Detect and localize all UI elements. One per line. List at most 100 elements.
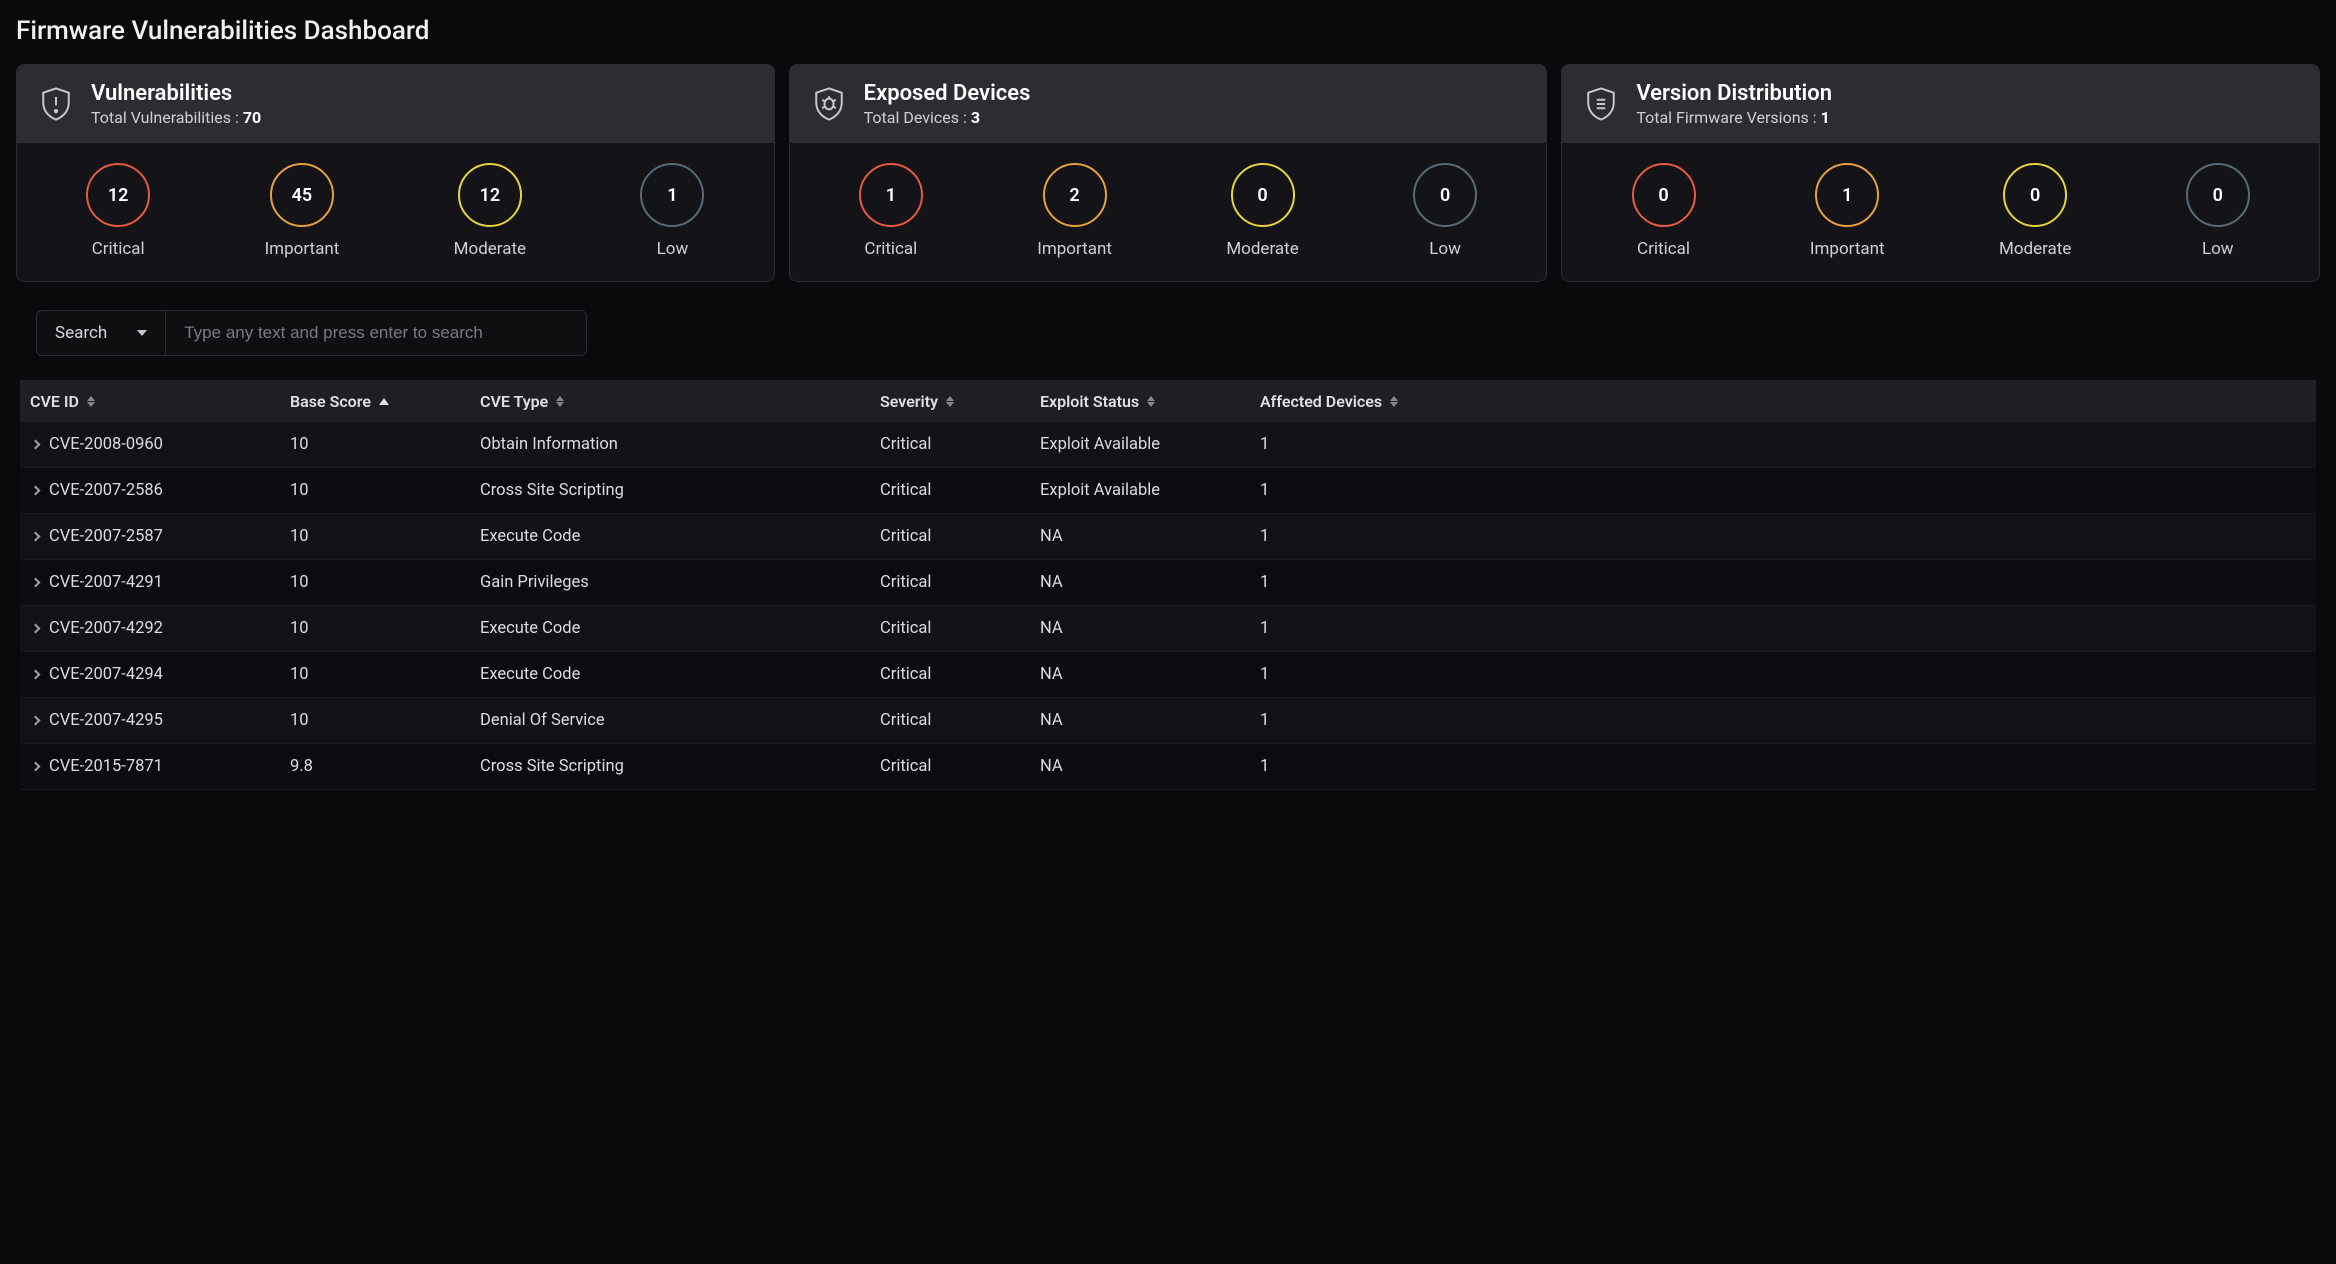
page-title: Firmware Vulnerabilities Dashboard <box>16 16 2320 46</box>
table-row[interactable]: CVE-2007-429210Execute CodeCriticalNA1 <box>20 606 2316 652</box>
cell-severity: Critical <box>880 573 1040 592</box>
card-version-distribution: Version Distribution Total Firmware Vers… <box>1561 64 2320 282</box>
ring-count: 0 <box>2186 163 2250 227</box>
card-body: 1Critical 2Important 0 Moderate 0Low <box>790 143 1547 281</box>
card-title: Exposed Devices <box>864 81 1031 106</box>
severity-ring-important[interactable]: 2Important <box>1037 163 1112 259</box>
cell-cve-id: CVE-2007-4295 <box>49 711 163 730</box>
table-header: CVE ID Base Score CVE Type Severity Expl… <box>20 380 2316 422</box>
table-row[interactable]: CVE-2007-429410Execute CodeCriticalNA1 <box>20 652 2316 698</box>
severity-ring-critical[interactable]: 12Critical <box>86 163 150 259</box>
column-affected-devices[interactable]: Affected Devices <box>1260 392 2306 411</box>
cell-severity: Critical <box>880 527 1040 546</box>
cell-base-score: 9.8 <box>290 757 480 776</box>
cell-affected-devices: 1 <box>1260 711 2306 730</box>
ring-count: 1 <box>640 163 704 227</box>
severity-ring-moderate[interactable]: 0 Moderate <box>1226 163 1298 259</box>
card-header: Exposed Devices Total Devices : 3 <box>790 65 1547 143</box>
card-title: Vulnerabilities <box>91 81 261 106</box>
table-row[interactable]: CVE-2007-258610Cross Site ScriptingCriti… <box>20 468 2316 514</box>
cell-exploit-status: NA <box>1040 573 1260 592</box>
ring-label: Important <box>1037 239 1112 259</box>
severity-ring-low[interactable]: 0 Low <box>2186 163 2250 259</box>
expand-row-icon[interactable] <box>31 670 41 680</box>
cell-cve-id: CVE-2007-4292 <box>49 619 163 638</box>
cell-severity: Critical <box>880 665 1040 684</box>
ring-label: Important <box>1810 239 1885 259</box>
sort-icon <box>87 396 95 407</box>
ring-label: Important <box>265 239 340 259</box>
cell-affected-devices: 1 <box>1260 481 2306 500</box>
cell-base-score: 10 <box>290 573 480 592</box>
severity-ring-critical[interactable]: 0Critical <box>1632 163 1696 259</box>
ring-count: 1 <box>1815 163 1879 227</box>
cell-cve-type: Cross Site Scripting <box>480 757 880 776</box>
cell-exploit-status: NA <box>1040 527 1260 546</box>
cell-affected-devices: 1 <box>1260 619 2306 638</box>
cell-cve-type: Denial Of Service <box>480 711 880 730</box>
cell-base-score: 10 <box>290 481 480 500</box>
expand-row-icon[interactable] <box>31 486 41 496</box>
cell-affected-devices: 1 <box>1260 665 2306 684</box>
column-cve-id[interactable]: CVE ID <box>30 392 290 411</box>
cell-exploit-status: NA <box>1040 711 1260 730</box>
ring-count: 12 <box>458 163 522 227</box>
severity-ring-moderate[interactable]: 0 Moderate <box>1999 163 2071 259</box>
severity-ring-low[interactable]: 0Low <box>1413 163 1477 259</box>
cve-table: CVE ID Base Score CVE Type Severity Expl… <box>20 380 2316 790</box>
ring-label: Low <box>2202 239 2234 259</box>
expand-row-icon[interactable] <box>31 624 41 634</box>
severity-ring-low[interactable]: 1Low <box>640 163 704 259</box>
ring-label: Critical <box>1637 239 1690 259</box>
shield-list-icon <box>1582 85 1620 123</box>
column-severity[interactable]: Severity <box>880 392 1040 411</box>
card-body: 12Critical 45 Important 12 Moderate 1Low <box>17 143 774 281</box>
cell-cve-id: CVE-2007-2587 <box>49 527 163 546</box>
severity-ring-important[interactable]: 1 Important <box>1810 163 1885 259</box>
column-base-score[interactable]: Base Score <box>290 392 480 411</box>
expand-row-icon[interactable] <box>31 532 41 542</box>
cell-cve-id: CVE-2008-0960 <box>49 435 163 454</box>
expand-row-icon[interactable] <box>31 440 41 450</box>
cell-severity: Critical <box>880 481 1040 500</box>
ring-count: 0 <box>2003 163 2067 227</box>
expand-row-icon[interactable] <box>31 762 41 772</box>
cell-exploit-status: Exploit Available <box>1040 481 1260 500</box>
severity-ring-important[interactable]: 45 Important <box>265 163 340 259</box>
ring-label: Moderate <box>1226 239 1298 259</box>
severity-ring-critical[interactable]: 1Critical <box>859 163 923 259</box>
column-cve-type[interactable]: CVE Type <box>480 392 880 411</box>
search-type-select[interactable]: Search <box>37 311 166 355</box>
ring-label: Moderate <box>454 239 526 259</box>
ring-count: 45 <box>270 163 334 227</box>
table-row[interactable]: CVE-2007-429110Gain PrivilegesCriticalNA… <box>20 560 2316 606</box>
expand-row-icon[interactable] <box>31 578 41 588</box>
cell-exploit-status: NA <box>1040 757 1260 776</box>
card-subtitle: Total Firmware Versions : 1 <box>1636 108 1832 127</box>
search-bar: Search <box>36 310 587 356</box>
column-exploit-status[interactable]: Exploit Status <box>1040 392 1260 411</box>
card-exposed-devices: Exposed Devices Total Devices : 3 1Criti… <box>789 64 1548 282</box>
caret-down-icon <box>137 330 147 336</box>
ring-count: 0 <box>1231 163 1295 227</box>
cell-severity: Critical <box>880 711 1040 730</box>
ring-label: Low <box>1429 239 1461 259</box>
table-row[interactable]: CVE-2008-096010Obtain InformationCritica… <box>20 422 2316 468</box>
sort-icon <box>946 396 954 407</box>
cell-exploit-status: NA <box>1040 619 1260 638</box>
ring-label: Critical <box>864 239 917 259</box>
severity-ring-moderate[interactable]: 12 Moderate <box>454 163 526 259</box>
table-row[interactable]: CVE-2007-258710Execute CodeCriticalNA1 <box>20 514 2316 560</box>
cell-cve-id: CVE-2007-2586 <box>49 481 163 500</box>
cell-severity: Critical <box>880 757 1040 776</box>
cell-base-score: 10 <box>290 527 480 546</box>
cell-cve-id: CVE-2007-4294 <box>49 665 163 684</box>
search-input[interactable] <box>166 311 586 355</box>
sort-icon <box>1390 396 1398 407</box>
table-row[interactable]: CVE-2015-78719.8Cross Site ScriptingCrit… <box>20 744 2316 790</box>
table-row[interactable]: CVE-2007-429510Denial Of ServiceCritical… <box>20 698 2316 744</box>
cell-base-score: 10 <box>290 619 480 638</box>
expand-row-icon[interactable] <box>31 716 41 726</box>
ring-label: Moderate <box>1999 239 2071 259</box>
shield-bug-icon <box>810 85 848 123</box>
